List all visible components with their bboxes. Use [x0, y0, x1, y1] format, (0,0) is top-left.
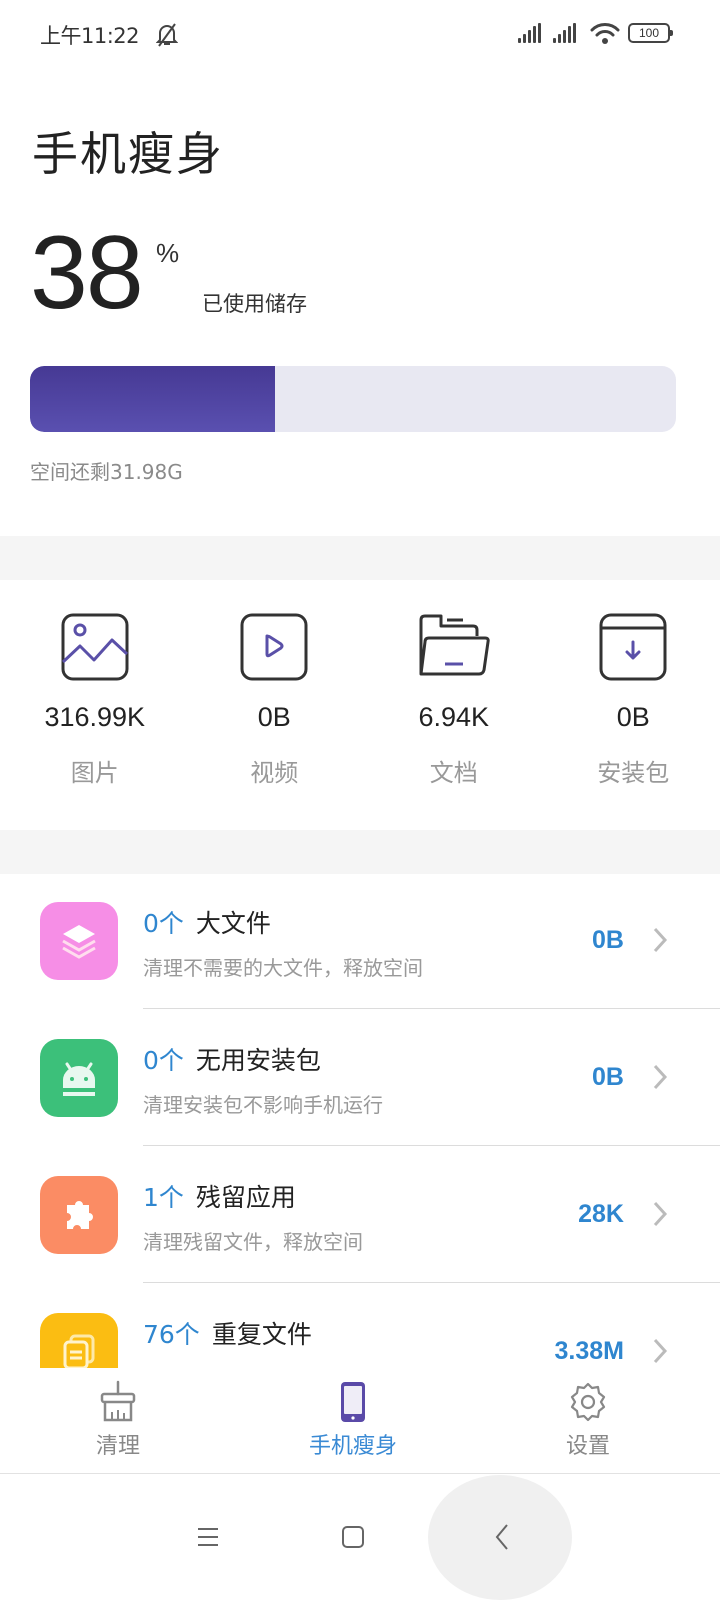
- item-text: 1个 残留应用 清理残留文件，释放空间: [143, 1178, 363, 1255]
- storage-used-percent: 38: [30, 215, 144, 331]
- category-packages[interactable]: 0B 安装包: [541, 610, 720, 810]
- status-icons: 100: [518, 22, 673, 44]
- storage-progress-bar: [30, 366, 676, 432]
- back-icon: [495, 1524, 508, 1550]
- signal-icon: [553, 23, 576, 43]
- image-icon: [61, 613, 129, 681]
- list-item-unused-packages[interactable]: 0个 无用安装包 清理安装包不影响手机运行 0B: [0, 1009, 720, 1146]
- home-icon: [342, 1526, 364, 1548]
- menu-button[interactable]: [186, 1515, 230, 1559]
- bell-off-icon: [156, 23, 178, 47]
- item-count: 1个: [143, 1183, 184, 1212]
- percent-sign: %: [156, 238, 180, 268]
- item-size: 0B: [592, 1063, 624, 1091]
- category-size: 6.94K: [418, 702, 490, 732]
- file-categories: 316.99K 图片 0B 视频 6.94K 文档 0B 安装包: [0, 610, 720, 810]
- gear-icon: [570, 1382, 606, 1422]
- signal-icon: [518, 23, 541, 43]
- list-item-large-files[interactable]: 0个 大文件 清理不需要的大文件，释放空间 0B: [0, 872, 720, 1009]
- item-icon-bg: [40, 902, 118, 980]
- package-icon: [599, 613, 667, 681]
- puzzle-icon: [67, 1201, 93, 1229]
- category-size: 0B: [616, 702, 650, 732]
- home-button[interactable]: [331, 1515, 375, 1559]
- item-title-text: 重复文件: [211, 1320, 312, 1349]
- item-title-text: 残留应用: [195, 1183, 296, 1212]
- item-count: 76个: [143, 1320, 200, 1349]
- bottom-nav: 清理 手机瘦身 设置: [0, 1368, 720, 1474]
- section-divider: [0, 830, 720, 874]
- layers-icon: [62, 925, 96, 959]
- item-title: 0个 大文件: [143, 904, 423, 940]
- item-title-text: 大文件: [195, 909, 271, 938]
- item-icon-bg: [40, 1176, 118, 1254]
- category-documents[interactable]: 6.94K 文档: [361, 610, 541, 810]
- item-title-text: 无用安装包: [195, 1046, 321, 1075]
- category-label: 安装包: [597, 759, 670, 787]
- storage-used-label: 已使用储存: [202, 292, 307, 316]
- nav-tab-settings[interactable]: 设置: [518, 1368, 658, 1460]
- category-label: 图片: [70, 759, 119, 787]
- storage-progress-fill: [30, 366, 276, 432]
- broom-icon: [100, 1380, 136, 1422]
- item-size: 0B: [592, 926, 624, 954]
- chevron-right-icon: [653, 927, 668, 953]
- category-size: 0B: [257, 702, 291, 732]
- wifi-icon: [590, 23, 620, 44]
- android-icon: [63, 1062, 95, 1096]
- category-label: 文档: [429, 759, 478, 787]
- status-time: 上午11:22: [40, 24, 140, 48]
- back-button[interactable]: [480, 1515, 524, 1559]
- nav-tab-clean[interactable]: 清理: [48, 1368, 188, 1460]
- category-videos[interactable]: 0B 视频: [182, 610, 362, 810]
- item-size: 3.38M: [554, 1337, 624, 1365]
- nav-label: 设置: [565, 1434, 610, 1459]
- item-count: 0个: [143, 1046, 184, 1075]
- chevron-right-icon: [653, 1201, 668, 1227]
- nav-tab-phone-slim[interactable]: 手机瘦身: [283, 1368, 423, 1460]
- page-title: 手机瘦身: [32, 127, 224, 181]
- system-nav-bar: [0, 1475, 720, 1600]
- nav-label: 清理: [95, 1434, 140, 1459]
- item-text: 0个 无用安装包 清理安装包不影响手机运行: [143, 1041, 383, 1118]
- space-left-text: 空间还剩31.98G: [30, 460, 183, 484]
- item-title: 0个 无用安装包: [143, 1041, 383, 1077]
- item-text: 0个 大文件 清理不需要的大文件，释放空间: [143, 904, 423, 981]
- item-icon-bg: [40, 1039, 118, 1117]
- item-size: 28K: [578, 1200, 624, 1228]
- cleanup-list: 0个 大文件 清理不需要的大文件，释放空间 0B 0个 无用安装包 清理安装包不…: [0, 872, 720, 1420]
- category-size: 316.99K: [44, 702, 146, 732]
- section-divider: [0, 536, 720, 580]
- battery-icon: 100: [628, 23, 673, 43]
- nav-label: 手机瘦身: [308, 1434, 397, 1459]
- video-icon: [240, 613, 308, 681]
- list-item-residual-apps[interactable]: 1个 残留应用 清理残留文件，释放空间 28K: [0, 1146, 720, 1283]
- category-images[interactable]: 316.99K 图片: [2, 610, 182, 810]
- status-bar: 上午11:22 100: [0, 0, 720, 72]
- item-description: 清理不需要的大文件，释放空间: [143, 956, 423, 980]
- item-count: 0个: [143, 909, 184, 938]
- item-title: 76个 重复文件: [143, 1315, 363, 1351]
- item-description: 清理安装包不影响手机运行: [143, 1093, 383, 1117]
- menu-icon: [198, 1528, 218, 1546]
- folder-icon: [419, 614, 490, 676]
- item-description: 清理残留文件，释放空间: [143, 1230, 363, 1254]
- category-label: 视频: [250, 759, 299, 787]
- chevron-right-icon: [653, 1338, 668, 1364]
- item-title: 1个 残留应用: [143, 1178, 363, 1214]
- phone-icon: [341, 1382, 365, 1422]
- chevron-right-icon: [653, 1064, 668, 1090]
